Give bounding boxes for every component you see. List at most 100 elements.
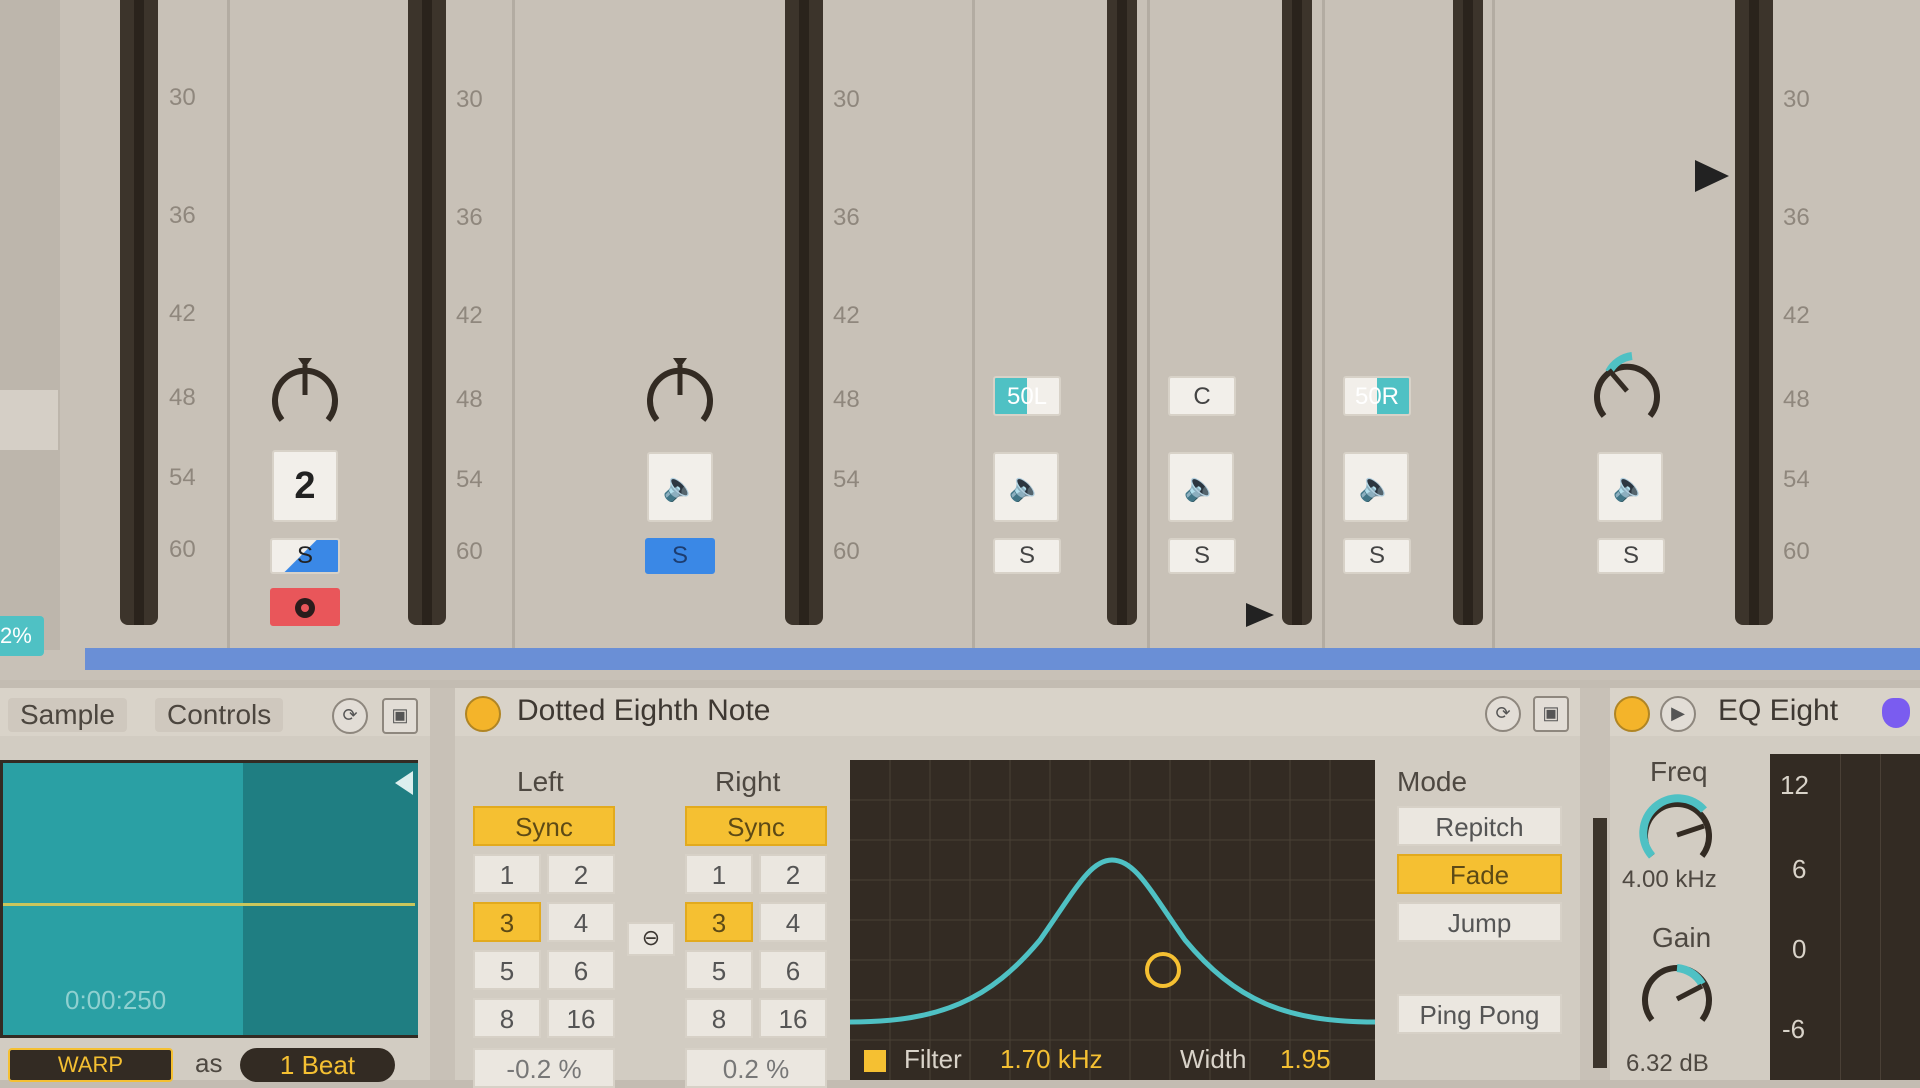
- right-beat-4[interactable]: 4: [759, 902, 827, 942]
- plugin-hand-icon[interactable]: [1882, 698, 1910, 728]
- save-icon[interactable]: ▣: [382, 698, 418, 734]
- mode-jump-button[interactable]: Jump: [1397, 902, 1562, 942]
- beat-field[interactable]: 1 Beat: [240, 1048, 395, 1082]
- play-icon[interactable]: ▶: [1660, 696, 1696, 732]
- hot-swap-icon[interactable]: ⟳: [1485, 696, 1521, 732]
- filter-display[interactable]: Filter 1.70 kHz Width 1.95: [849, 760, 1376, 1080]
- speaker-button[interactable]: 🔈: [647, 452, 713, 522]
- speaker-icon: 🔈: [1008, 471, 1044, 502]
- pan-knob-cyan[interactable]: [1587, 346, 1667, 436]
- left-offset-field[interactable]: -0.2 %: [473, 1048, 615, 1088]
- pan-value-box[interactable]: 50R: [1343, 376, 1411, 416]
- track-3-controls: 50L 🔈 S: [975, 0, 1150, 650]
- solo-button[interactable]: S: [1597, 538, 1665, 574]
- warp-button[interactable]: WARP: [8, 1048, 173, 1082]
- left-beat-3[interactable]: 3: [473, 902, 541, 942]
- right-offset-field[interactable]: 0.2 %: [685, 1048, 827, 1088]
- track-6-meter: [1453, 0, 1483, 625]
- link-icon: ⊖: [641, 925, 661, 950]
- track-3-meter: [785, 0, 823, 625]
- width-value[interactable]: 1.95: [1280, 1044, 1331, 1075]
- right-beat-3[interactable]: 3: [685, 902, 753, 942]
- record-icon: [295, 598, 315, 618]
- right-beat-6[interactable]: 6: [759, 950, 827, 990]
- filter-toggle[interactable]: [864, 1050, 886, 1072]
- pan-value-box[interactable]: C: [1168, 376, 1236, 416]
- solo-button[interactable]: S: [270, 538, 340, 574]
- pan-value-box[interactable]: 50L: [993, 376, 1061, 416]
- pan-knob[interactable]: [265, 350, 345, 440]
- tab-sample[interactable]: Sample: [8, 698, 127, 732]
- volume-marker-icon[interactable]: [1695, 160, 1729, 192]
- mixer-section: 2% 30 36 42 48 54 60 2 S 30 36 42 48 54 …: [0, 0, 1920, 680]
- eq-scale-6: 6: [1792, 854, 1807, 884]
- mode-fade-button[interactable]: Fade: [1397, 854, 1562, 894]
- left-beat-8[interactable]: 8: [473, 998, 541, 1038]
- left-sync-button[interactable]: Sync: [473, 806, 615, 846]
- track-4-controls: C 🔈 S: [1150, 0, 1325, 650]
- right-beat-16[interactable]: 16: [759, 998, 827, 1038]
- device-scroll-handle[interactable]: [1593, 818, 1607, 1068]
- arm-record-button[interactable]: [270, 588, 340, 626]
- left-beat-1[interactable]: 1: [473, 854, 541, 894]
- gain-knob[interactable]: [1632, 954, 1722, 1034]
- speaker-button[interactable]: 🔈: [1597, 452, 1663, 522]
- pan-knob[interactable]: [640, 350, 720, 440]
- speaker-button[interactable]: 🔈: [1168, 452, 1234, 522]
- tab-controls[interactable]: Controls: [155, 698, 284, 732]
- device-title: Dotted Eighth Note: [517, 694, 771, 727]
- solo-button[interactable]: S: [1168, 538, 1236, 574]
- save-icon[interactable]: ▣: [1533, 696, 1569, 732]
- left-beat-16[interactable]: 16: [547, 998, 615, 1038]
- volume-marker-icon[interactable]: [1246, 603, 1274, 627]
- left-beat-2[interactable]: 2: [547, 854, 615, 894]
- speaker-icon: 🔈: [662, 471, 698, 502]
- right-beat-8[interactable]: 8: [685, 998, 753, 1038]
- right-sync-button[interactable]: Sync: [685, 806, 827, 846]
- device-on-toggle[interactable]: [465, 696, 501, 732]
- left-beat-4[interactable]: 4: [547, 902, 615, 942]
- right-beat-1[interactable]: 1: [685, 854, 753, 894]
- filter-value[interactable]: 1.70 kHz: [1000, 1044, 1103, 1075]
- left-beat-6[interactable]: 6: [547, 950, 615, 990]
- track-selection-strip: [85, 648, 1920, 670]
- track-5-controls: 50R 🔈 S: [1325, 0, 1495, 650]
- freq-knob[interactable]: [1632, 790, 1722, 870]
- right-beat-2[interactable]: 2: [759, 854, 827, 894]
- left-beat-5[interactable]: 5: [473, 950, 541, 990]
- gain-value[interactable]: 6.32 dB: [1626, 1050, 1709, 1078]
- track-5-meter: [1282, 0, 1312, 625]
- track-1: 30 36 42 48 54 60: [85, 0, 230, 650]
- width-label: Width: [1180, 1044, 1247, 1074]
- track-7-scale: 30 36 42 48 54 60: [1783, 86, 1810, 565]
- left-partial-track: 2%: [0, 0, 60, 656]
- waveform-display[interactable]: 0:00:250: [0, 760, 418, 1038]
- device-title: EQ Eight: [1718, 694, 1839, 727]
- playhead-marker-icon[interactable]: [395, 771, 413, 795]
- sampler-device: Sample Controls ⟳ ▣ 0:00:250 WARP as 1 B…: [0, 688, 430, 1082]
- eq-device: ▶ EQ Eight Freq 4.00 kHz Gain 6.32 dB 12…: [1610, 688, 1920, 1080]
- solo-button[interactable]: S: [993, 538, 1061, 574]
- right-beat-5[interactable]: 5: [685, 950, 753, 990]
- track-number-display[interactable]: 2: [272, 450, 338, 522]
- solo-button[interactable]: S: [645, 538, 715, 574]
- link-button[interactable]: ⊖: [627, 922, 675, 956]
- track-2-meter: [408, 0, 446, 625]
- speaker-button[interactable]: 🔈: [993, 452, 1059, 522]
- eq-display[interactable]: 12 6 0 -6: [1770, 754, 1920, 1080]
- filter-curve: [849, 760, 1376, 1080]
- ping-pong-button[interactable]: Ping Pong: [1397, 994, 1562, 1034]
- speaker-icon: 🔈: [1183, 471, 1219, 502]
- freq-value[interactable]: 4.00 kHz: [1622, 866, 1717, 894]
- track-2-scale: 30 36 42 48 54 60: [456, 86, 483, 565]
- device-on-toggle[interactable]: [1614, 696, 1650, 732]
- left-edge-value[interactable]: 2%: [0, 616, 44, 656]
- speaker-icon: 🔈: [1358, 471, 1394, 502]
- track-6-controls: 🔈 S 30 36 42 48 54 60: [1495, 0, 1920, 650]
- solo-button[interactable]: S: [1343, 538, 1411, 574]
- filter-label: Filter: [904, 1044, 962, 1074]
- mode-repitch-button[interactable]: Repitch: [1397, 806, 1562, 846]
- left-label: Left: [517, 766, 564, 797]
- speaker-button[interactable]: 🔈: [1343, 452, 1409, 522]
- hot-swap-icon[interactable]: ⟳: [332, 698, 368, 734]
